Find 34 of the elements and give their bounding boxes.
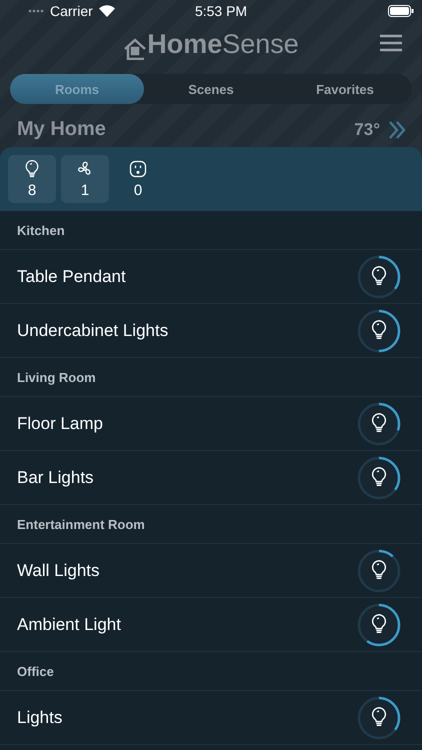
menu-icon[interactable]	[380, 34, 402, 52]
device-name[interactable]: Ambient Light	[17, 614, 121, 634]
device-count-tile[interactable]: 1	[61, 155, 109, 203]
home-title: My Home	[17, 118, 106, 141]
dimmer-ring[interactable]	[356, 602, 402, 648]
wifi-icon	[98, 5, 115, 17]
battery-icon	[388, 5, 414, 17]
tab[interactable]: Scenes	[144, 74, 278, 104]
device-name[interactable]: Lights	[17, 708, 62, 728]
dimmer-ring[interactable]	[356, 454, 402, 500]
room-heading: Office	[17, 664, 54, 678]
signal-icon	[28, 9, 44, 13]
device-count-tile[interactable]: 0	[114, 155, 162, 203]
dimmer-ring[interactable]	[356, 694, 402, 740]
homesense-logo: HomeSense	[123, 28, 299, 60]
device-name[interactable]: Floor Lamp	[17, 414, 103, 434]
temperature-reading: 73°	[354, 120, 380, 140]
device-name[interactable]: Table Pendant	[17, 266, 126, 286]
dimmer-ring[interactable]	[356, 254, 402, 300]
dimmer-ring[interactable]	[356, 400, 402, 446]
outlet-icon	[128, 159, 148, 179]
dimmer-ring[interactable]	[356, 308, 402, 354]
dimmer-ring[interactable]	[356, 548, 402, 594]
device-count-tile[interactable]: 8	[8, 155, 56, 203]
chevron-icon[interactable]	[388, 120, 406, 140]
clock-time: 5:53 PM	[194, 3, 248, 19]
device-name[interactable]: Wall Lights	[17, 560, 100, 580]
device-name[interactable]: Bar Lights	[17, 468, 94, 488]
room-heading: Living Room	[17, 370, 96, 384]
room-heading: Entertainment Room	[17, 516, 145, 532]
carrier-label: Carrier	[50, 3, 93, 19]
device-name[interactable]: Undercabinet Lights	[17, 320, 168, 340]
tab[interactable]: Favorites	[278, 74, 412, 104]
room-heading: Kitchen	[17, 222, 65, 238]
